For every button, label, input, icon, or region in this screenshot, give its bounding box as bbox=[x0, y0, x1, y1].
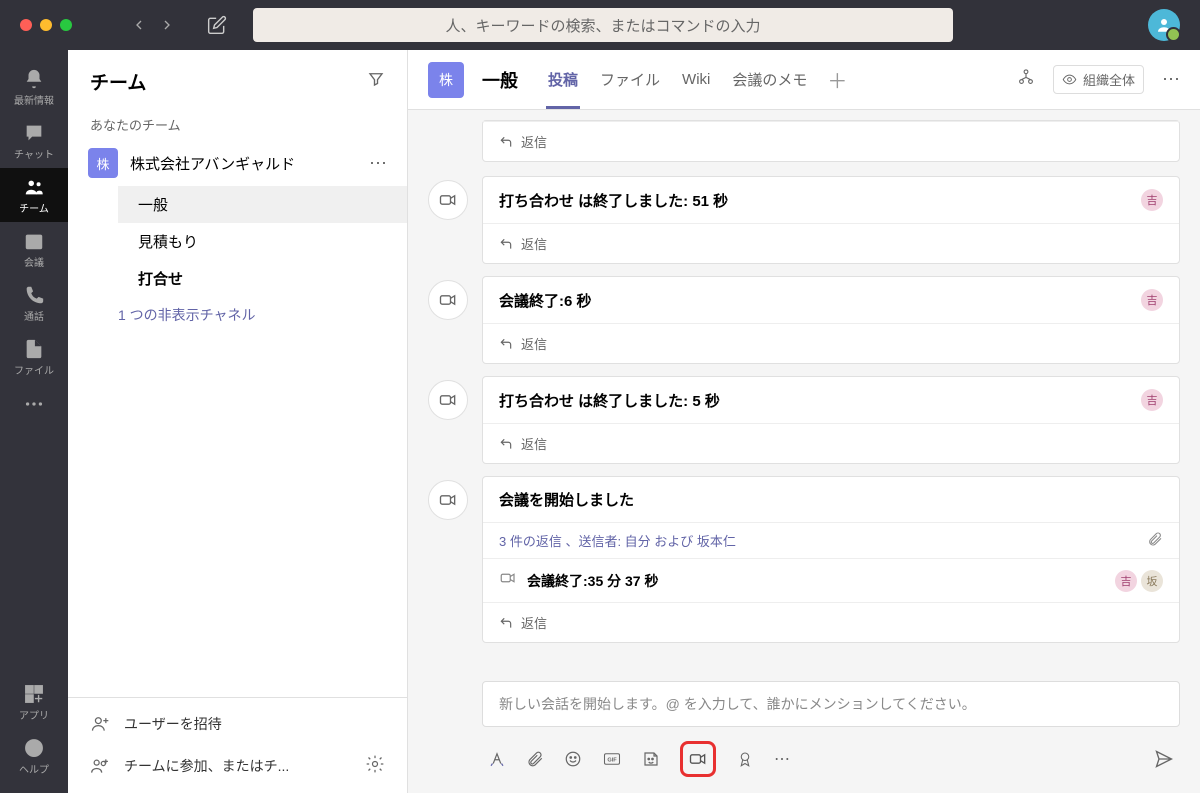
teams-panel-title: チーム bbox=[90, 68, 146, 95]
rail-apps-label: アプリ bbox=[19, 707, 49, 722]
hidden-channels-link[interactable]: 1 つの非表示チャネル bbox=[68, 297, 407, 333]
attach-icon[interactable] bbox=[526, 750, 544, 768]
more-icon[interactable]: ⋯ bbox=[774, 749, 790, 769]
meet-now-icon[interactable] bbox=[680, 741, 716, 777]
sub-meeting-text: 会議終了:35 分 37 秒 bbox=[527, 571, 658, 591]
org-chart-icon[interactable] bbox=[1017, 68, 1035, 91]
reply-button[interactable]: 返信 bbox=[483, 323, 1179, 363]
compose-input[interactable]: 新しい会話を開始します。@ を入力して、誰かにメンションしてください。 bbox=[482, 681, 1180, 727]
message-card[interactable]: 会議終了:6 秒 吉 返信 bbox=[482, 276, 1180, 364]
channel-header: 株 一般 投稿 ファイル Wiki 会議のメモ ＋ 組織全体 ⋯ bbox=[408, 50, 1200, 110]
header-more-icon[interactable]: ⋯ bbox=[1162, 69, 1180, 90]
message-card[interactable]: 打ち合わせ は終了しました: 5 秒 吉 返信 bbox=[482, 376, 1180, 464]
rail-meetings[interactable]: 会議 bbox=[0, 222, 68, 276]
team-row[interactable]: 株 株式会社アバンギャルド ⋯ bbox=[68, 140, 407, 186]
invite-label: ユーザーを招待 bbox=[124, 714, 222, 734]
tab-wiki[interactable]: Wiki bbox=[680, 71, 712, 88]
emoji-icon[interactable] bbox=[564, 750, 582, 768]
channel-title: 一般 bbox=[482, 67, 518, 93]
rail-chat[interactable]: チャット bbox=[0, 114, 68, 168]
rail-activity-label: 最新情報 bbox=[14, 92, 54, 107]
message-title: 打ち合わせ は終了しました: 5 秒 bbox=[499, 390, 720, 411]
rail-teams-label: チーム bbox=[19, 200, 49, 215]
rail-meetings-label: 会議 bbox=[24, 254, 44, 269]
app-rail: 最新情報 チャット チーム 会議 通話 ファイル アプリ bbox=[0, 50, 68, 793]
join-create-label: チームに参加、またはチ... bbox=[124, 756, 289, 776]
window-controls bbox=[20, 19, 72, 31]
channel-estimate[interactable]: 見積もり bbox=[118, 223, 407, 260]
reply-button[interactable]: 返信 bbox=[483, 121, 1179, 161]
praise-icon[interactable] bbox=[736, 750, 754, 768]
send-icon[interactable] bbox=[1154, 749, 1174, 769]
attachment-icon bbox=[1147, 531, 1163, 550]
rail-help[interactable]: ヘルプ bbox=[0, 729, 68, 783]
search-input[interactable]: 人、キーワードの検索、またはコマンドの入力 bbox=[253, 8, 953, 42]
team-avatar: 株 bbox=[88, 148, 118, 178]
participant-badge: 吉 bbox=[1141, 189, 1163, 211]
rail-help-label: ヘルプ bbox=[19, 761, 49, 776]
rail-more[interactable] bbox=[0, 384, 68, 424]
rail-calls[interactable]: 通話 bbox=[0, 276, 68, 330]
nav-forward[interactable] bbox=[158, 16, 176, 34]
sticker-icon[interactable] bbox=[642, 750, 660, 768]
message-title: 会議を開始しました bbox=[499, 489, 634, 510]
participant-badge: 吉 bbox=[1141, 289, 1163, 311]
video-icon bbox=[428, 180, 468, 220]
reply-button[interactable]: 返信 bbox=[483, 223, 1179, 263]
user-avatar[interactable] bbox=[1148, 9, 1180, 41]
rail-calls-label: 通話 bbox=[24, 308, 44, 323]
rail-files-label: ファイル bbox=[14, 362, 54, 377]
org-visibility-badge[interactable]: 組織全体 bbox=[1053, 65, 1144, 94]
your-teams-label: あなたのチーム bbox=[68, 105, 407, 140]
message-title: 打ち合わせ は終了しました: 51 秒 bbox=[499, 190, 728, 211]
invite-users-button[interactable]: ユーザーを招待 bbox=[68, 704, 407, 744]
tab-notes[interactable]: 会議のメモ bbox=[730, 69, 809, 90]
channel-meeting[interactable]: 打合せ bbox=[118, 260, 407, 297]
join-create-team-button[interactable]: チームに参加、またはチ... bbox=[68, 744, 407, 787]
channel-avatar: 株 bbox=[428, 62, 464, 98]
reply-button[interactable]: 返信 bbox=[483, 602, 1179, 642]
participant-badge: 坂 bbox=[1141, 570, 1163, 592]
video-icon bbox=[499, 569, 517, 592]
tab-posts[interactable]: 投稿 bbox=[546, 69, 580, 90]
messages-list: 返信 打ち合わせ は終了しました: 51 秒 吉 bbox=[408, 110, 1200, 671]
rail-files[interactable]: ファイル bbox=[0, 330, 68, 384]
nav-back[interactable] bbox=[130, 16, 148, 34]
gear-icon[interactable] bbox=[365, 754, 385, 777]
new-chat-button[interactable] bbox=[199, 7, 235, 43]
gif-icon[interactable]: GIF bbox=[602, 750, 622, 768]
rail-teams[interactable]: チーム bbox=[0, 168, 68, 222]
teams-panel: チーム あなたのチーム 株 株式会社アバンギャルド ⋯ 一般 見積もり 打合せ … bbox=[68, 50, 408, 793]
minimize-window[interactable] bbox=[40, 19, 52, 31]
maximize-window[interactable] bbox=[60, 19, 72, 31]
video-icon bbox=[428, 480, 468, 520]
close-window[interactable] bbox=[20, 19, 32, 31]
team-more-icon[interactable]: ⋯ bbox=[369, 153, 387, 174]
rail-activity[interactable]: 最新情報 bbox=[0, 60, 68, 114]
message-card[interactable]: 打ち合わせ は終了しました: 51 秒 吉 返信 bbox=[482, 176, 1180, 264]
filter-icon[interactable] bbox=[367, 70, 385, 93]
rail-chat-label: チャット bbox=[14, 146, 54, 161]
svg-text:GIF: GIF bbox=[607, 758, 617, 764]
add-tab-button[interactable]: ＋ bbox=[827, 65, 847, 94]
reply-info[interactable]: 3 件の返信 、送信者: 自分 および 坂本仁 bbox=[483, 522, 1179, 558]
format-icon[interactable] bbox=[488, 750, 506, 768]
channel-general[interactable]: 一般 bbox=[118, 186, 407, 223]
org-badge-label: 組織全体 bbox=[1083, 70, 1135, 89]
tab-files[interactable]: ファイル bbox=[598, 69, 662, 90]
video-icon bbox=[428, 280, 468, 320]
message-card: 返信 bbox=[482, 120, 1180, 162]
compose-area: 新しい会話を開始します。@ を入力して、誰かにメンションしてください。 GIF bbox=[408, 671, 1200, 793]
message-card[interactable]: 会議を開始しました 3 件の返信 、送信者: 自分 および 坂本仁 会議終了:3… bbox=[482, 476, 1180, 643]
participant-badge: 吉 bbox=[1115, 570, 1137, 592]
content-area: 株 一般 投稿 ファイル Wiki 会議のメモ ＋ 組織全体 ⋯ bbox=[408, 50, 1200, 793]
message-title: 会議終了:6 秒 bbox=[499, 290, 592, 311]
team-name: 株式会社アバンギャルド bbox=[130, 153, 357, 174]
participant-badge: 吉 bbox=[1141, 389, 1163, 411]
rail-apps[interactable]: アプリ bbox=[0, 675, 68, 729]
titlebar: 人、キーワードの検索、またはコマンドの入力 bbox=[0, 0, 1200, 50]
video-icon bbox=[428, 380, 468, 420]
reply-button[interactable]: 返信 bbox=[483, 423, 1179, 463]
